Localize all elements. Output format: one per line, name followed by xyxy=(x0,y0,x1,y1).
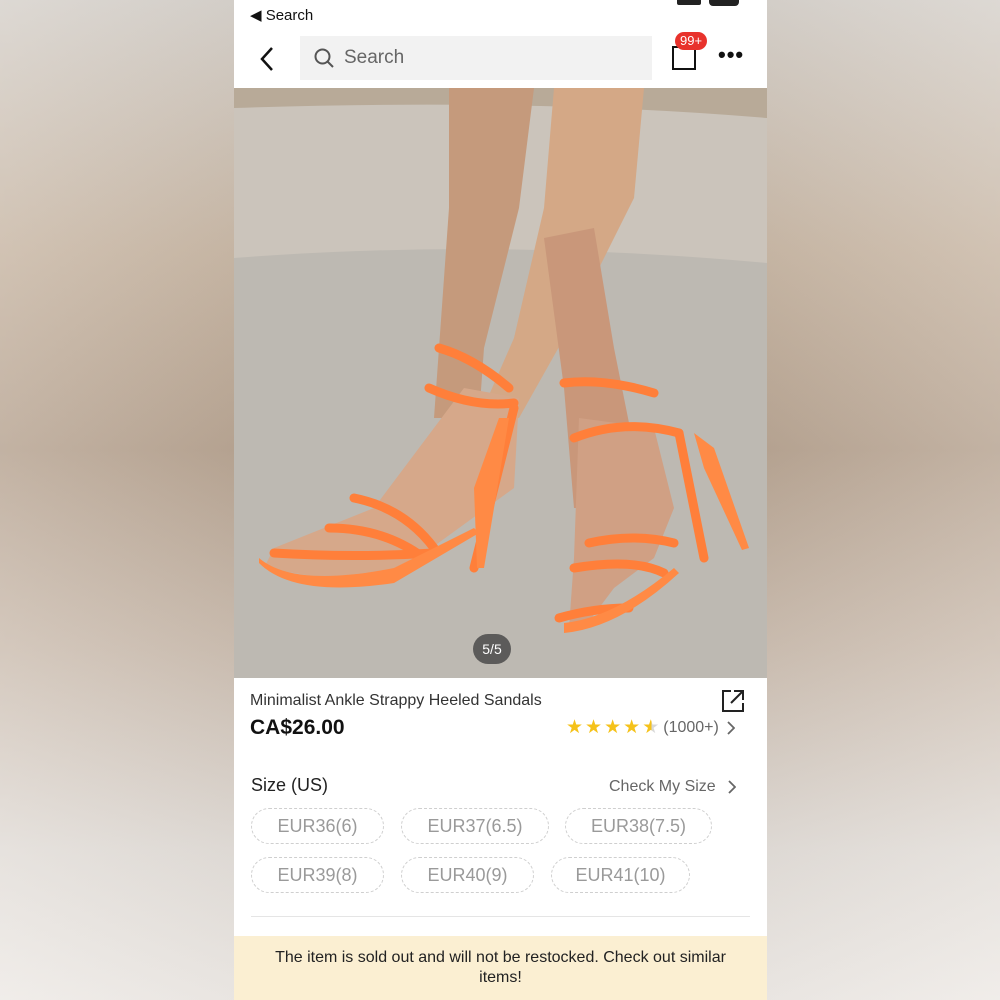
search-bar[interactable] xyxy=(300,36,652,80)
product-image-gallery[interactable]: 5/5 xyxy=(234,88,767,678)
share-icon[interactable] xyxy=(720,688,746,719)
check-my-size-link[interactable]: Check My Size xyxy=(609,778,736,796)
chevron-left-icon xyxy=(260,47,273,71)
size-option-eur38[interactable]: EUR38(7.5) xyxy=(565,808,712,844)
cart-count-badge: 99+ xyxy=(675,32,708,50)
size-option-eur37[interactable]: EUR37(6.5) xyxy=(401,808,549,844)
gallery-page-indicator: 5/5 xyxy=(473,634,511,664)
app-screen: ◀ Search 99+ ••• xyxy=(234,0,767,1000)
background-left xyxy=(0,0,234,1000)
status-back-link[interactable]: ◀ Search xyxy=(250,6,313,24)
product-rating[interactable]: ★ ★ ★ ★ ★ (1000+) xyxy=(566,718,735,737)
half-star-icon: ★ xyxy=(642,717,660,738)
status-bar: ◀ Search xyxy=(234,0,767,30)
size-option-eur40[interactable]: EUR40(9) xyxy=(401,857,534,893)
star-icon: ★ xyxy=(623,717,641,738)
star-icon: ★ xyxy=(585,717,603,738)
section-divider xyxy=(251,916,750,917)
more-options-button[interactable]: ••• xyxy=(718,42,744,68)
check-my-size-label: Check My Size xyxy=(609,778,716,795)
size-option-eur41[interactable]: EUR41(10) xyxy=(551,857,690,893)
rating-count: (1000+) xyxy=(663,718,719,736)
chevron-right-icon xyxy=(728,780,736,794)
search-input[interactable] xyxy=(342,46,626,70)
rating-stars: ★ ★ ★ ★ ★ xyxy=(566,718,659,737)
product-title: Minimalist Ankle Strappy Heeled Sandals xyxy=(250,692,542,709)
signal-icon xyxy=(677,0,701,5)
chevron-right-icon xyxy=(727,720,735,735)
star-icon: ★ xyxy=(566,717,584,738)
size-section-label: Size (US) xyxy=(251,775,329,795)
sold-out-notice: The item is sold out and will not be res… xyxy=(234,936,767,1000)
background-right xyxy=(767,0,1000,1000)
size-option-eur36[interactable]: EUR36(6) xyxy=(251,808,384,844)
product-price: CA$26.00 xyxy=(250,716,345,739)
product-photo xyxy=(234,88,767,678)
sold-out-text: The item is sold out and will not be res… xyxy=(275,949,726,986)
search-icon xyxy=(314,48,334,68)
back-button[interactable] xyxy=(252,42,282,76)
top-navigation-bar: 99+ ••• xyxy=(234,32,767,84)
star-icon: ★ xyxy=(604,717,622,738)
battery-icon xyxy=(709,0,739,6)
size-option-eur39[interactable]: EUR39(8) xyxy=(251,857,384,893)
